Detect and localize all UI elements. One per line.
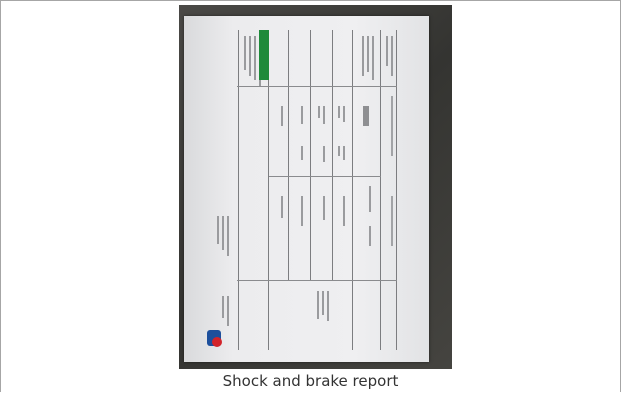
report-text-block <box>327 291 329 321</box>
report-text-block <box>217 216 219 244</box>
report-rule <box>310 30 311 280</box>
report-text-block <box>301 196 303 226</box>
report-photo <box>179 5 452 369</box>
report-paper <box>184 16 429 362</box>
report-text-block <box>343 196 345 226</box>
report-text-block <box>281 106 283 126</box>
report-text-block <box>391 196 393 246</box>
report-text-block <box>301 146 303 160</box>
report-text-block <box>244 36 246 70</box>
report-text-block <box>343 146 345 160</box>
report-text-block <box>222 216 224 250</box>
figure-caption: Shock and brake report <box>222 372 399 390</box>
report-text-block <box>254 36 256 80</box>
report-rule <box>396 30 397 350</box>
report-rule <box>288 30 289 280</box>
report-text-block <box>323 106 325 124</box>
report-rule <box>352 30 353 350</box>
report-rule <box>380 30 381 350</box>
report-divider <box>237 86 397 87</box>
report-text-block <box>317 291 319 319</box>
report-text-block <box>322 291 324 315</box>
report-text-block <box>391 36 393 76</box>
report-divider <box>269 176 381 177</box>
report-text-block <box>281 196 283 218</box>
brand-logo <box>203 328 225 350</box>
report-text-block <box>386 36 388 66</box>
report-text-block <box>391 96 393 156</box>
report-rule <box>238 30 239 350</box>
report-text-block <box>323 196 325 220</box>
report-text-block <box>301 106 303 124</box>
report-text-block <box>338 146 340 156</box>
report-text-block <box>362 36 364 76</box>
report-sheet <box>184 16 429 362</box>
report-text-block <box>338 106 340 118</box>
report-text-block <box>369 186 371 212</box>
report-text-block <box>372 36 374 80</box>
report-text-block <box>343 106 345 122</box>
report-text-block <box>363 106 369 126</box>
report-text-block <box>227 296 229 326</box>
status-bar <box>259 30 269 80</box>
report-text-block <box>367 36 369 72</box>
report-text-block <box>323 146 325 162</box>
report-rule <box>332 30 333 280</box>
report-text-block <box>227 216 229 256</box>
report-text-block <box>369 226 371 246</box>
report-text-block <box>318 106 320 118</box>
report-text-block <box>249 36 251 76</box>
report-divider <box>237 280 397 281</box>
report-text-block <box>222 296 224 318</box>
